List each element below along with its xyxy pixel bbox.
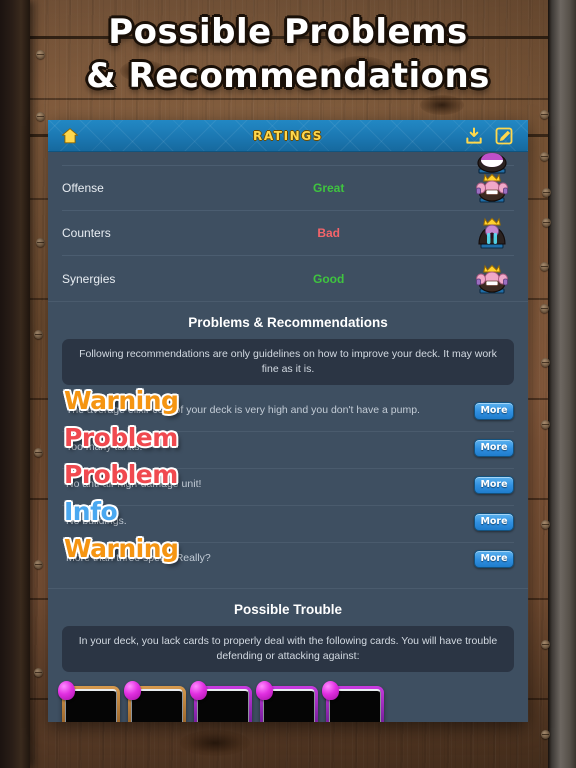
elixir-gem-icon <box>256 681 273 700</box>
rating-value: Bad <box>317 226 340 240</box>
trouble-card[interactable] <box>58 681 120 722</box>
problems-disclaimer: Following recommendations are only guide… <box>62 339 514 385</box>
more-button[interactable]: More <box>474 513 514 531</box>
problem-severity-label: Warning <box>64 534 179 563</box>
more-button[interactable]: More <box>474 402 514 420</box>
king-thumbs-up-emote <box>472 168 512 208</box>
page-title-line-2: & Recommendations <box>86 56 490 96</box>
problem-severity-label: Problem <box>64 423 178 452</box>
trouble-card[interactable] <box>256 681 318 722</box>
problem-row: More than three spells. Really? Warning … <box>62 534 514 580</box>
ratings-panel: RATINGS Offense Great Counters Bad Syner… <box>48 120 528 722</box>
screw-icon <box>540 262 549 271</box>
king-thumbs-up-emote <box>472 259 512 299</box>
screw-icon <box>34 560 43 569</box>
panel-title-bar: RATINGS <box>48 120 528 152</box>
problem-list: The average elixir cost of your deck is … <box>48 386 528 580</box>
screw-icon <box>541 358 550 367</box>
problem-severity-label: Warning <box>64 386 179 415</box>
trouble-section: Possible Trouble In your deck, you lack … <box>48 588 528 722</box>
rating-label: Counters <box>62 226 111 240</box>
page-title: Possible Problems & Recommendations <box>0 10 576 98</box>
problem-severity-label: Info <box>64 497 118 526</box>
trouble-card[interactable] <box>190 681 252 722</box>
problem-row: No anti-air high-damage unit! Problem Mo… <box>62 460 514 506</box>
wood-knot <box>420 95 464 115</box>
elixir-gem-icon <box>190 681 207 700</box>
rating-row-offense: Offense Great <box>62 166 514 211</box>
trouble-heading: Possible Trouble <box>233 602 343 617</box>
panel-title-label: RATINGS <box>253 128 323 143</box>
screw-icon <box>541 520 550 529</box>
screw-icon <box>540 110 549 119</box>
left-wood-beam <box>0 0 30 768</box>
screw-icon <box>34 330 43 339</box>
rating-row-counters: Counters Bad <box>62 211 514 256</box>
trouble-card[interactable] <box>322 681 384 722</box>
page-title-line-1: Possible Problems <box>108 12 468 52</box>
screw-icon <box>36 238 45 247</box>
screw-icon <box>541 420 550 429</box>
screw-icon <box>541 730 550 739</box>
elixir-gem-icon <box>322 681 339 700</box>
trouble-card-row <box>48 672 528 722</box>
screw-icon <box>542 188 551 197</box>
ratings-list: Offense Great Counters Bad Synergies Goo… <box>48 152 528 301</box>
rating-value: Good <box>313 271 345 286</box>
screw-icon <box>540 304 549 313</box>
problems-heading: Problems & Recommendations <box>188 315 388 330</box>
rating-label: Synergies <box>62 271 116 286</box>
problems-section: Problems & Recommendations Following rec… <box>48 301 528 580</box>
trouble-description: In your deck, you lack cards to properly… <box>62 626 514 672</box>
screw-icon <box>36 112 45 121</box>
king-crying-emote <box>472 213 512 253</box>
screw-icon <box>34 448 43 457</box>
more-button[interactable]: More <box>474 439 514 457</box>
rating-value: Great <box>312 181 345 195</box>
screw-icon <box>542 218 551 227</box>
trouble-card[interactable] <box>124 681 186 722</box>
rating-label: Offense <box>62 181 104 195</box>
more-button[interactable]: More <box>474 476 514 494</box>
right-concrete-edge <box>548 0 576 768</box>
screw-icon <box>540 152 549 161</box>
problem-severity-label: Problem <box>64 460 178 489</box>
screw-icon <box>541 640 550 649</box>
more-button[interactable]: More <box>474 550 514 568</box>
elixir-gem-icon <box>58 681 75 700</box>
rating-row-synergies: Synergies Good <box>62 256 514 301</box>
rating-row <box>62 152 514 174</box>
wood-knot <box>180 730 250 756</box>
elixir-gem-icon <box>124 681 141 700</box>
screw-icon <box>34 668 43 677</box>
